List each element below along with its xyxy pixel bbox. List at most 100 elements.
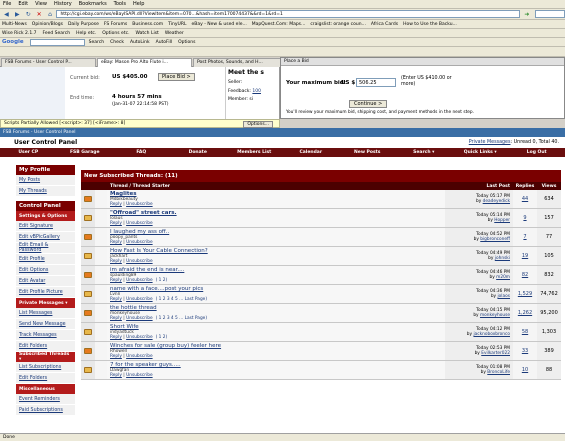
forum-nav-donate[interactable]: Donate [170, 150, 227, 155]
forum-nav-log-out[interactable]: Log Out [509, 150, 565, 155]
unsubscribe-link[interactable]: Unsubscribe [126, 259, 153, 264]
menu-tools[interactable]: Tools [114, 1, 126, 7]
replies-count[interactable]: 44 [513, 190, 537, 208]
table-row[interactable]: Short Wife indyadtuck Reply | Unsubscribe(… [81, 323, 561, 342]
replies-count[interactable]: 58 [513, 323, 537, 341]
sidebar-item-list-messages[interactable]: List Messages [16, 308, 75, 319]
tab-fsb-forums[interactable]: FSB Forums - User Control P... [1, 57, 96, 67]
place-bid-button[interactable]: Place Bid > [158, 73, 195, 81]
unsubscribe-link[interactable]: Unsubscribe [126, 354, 153, 359]
sidebar-item-event-reminders[interactable]: Event Reminders [16, 394, 75, 405]
toolbar-button[interactable]: Options etc. [102, 31, 129, 36]
reply-link[interactable]: Reply [110, 373, 122, 378]
replies-count[interactable]: 1,262 [513, 304, 537, 322]
sidebar-item-track-messages[interactable]: Track Messages [16, 330, 75, 341]
unsubscribe-link[interactable]: Unsubscribe [126, 240, 153, 245]
unsubscribe-link[interactable]: Unsubscribe [126, 335, 153, 340]
sidebar-item-edit-profile[interactable]: Edit Profile [16, 254, 75, 265]
replies-count[interactable]: 1,529 [513, 285, 537, 303]
replies-count[interactable]: 9 [513, 209, 537, 227]
replies-count[interactable]: 82 [513, 266, 537, 284]
forum-nav-members-list[interactable]: Members List [226, 150, 283, 155]
go-icon[interactable]: ➜ [522, 10, 531, 18]
last-post-user-link[interactable]: Hopper [494, 218, 510, 223]
sidebar-item-my-threads[interactable]: My Threads [16, 186, 75, 197]
last-post-user-link[interactable]: m20m [496, 275, 510, 280]
sidebar-item-edit-profile-picture[interactable]: Edit Profile Picture [16, 287, 75, 298]
bookmark-item[interactable]: Daily Purpose [68, 22, 99, 27]
last-post-user-link[interactable]: johnski [495, 256, 510, 261]
google-search-button[interactable]: Search [89, 40, 104, 45]
reply-link[interactable]: Reply [110, 259, 122, 264]
forward-icon[interactable]: ▶ [13, 10, 22, 18]
last-post-user-link[interactable]: jacknoboxbronco [473, 332, 510, 337]
table-row[interactable]: Maglites Mdbikbeauty Reply | Unsubscribe To… [81, 190, 561, 209]
toolbar-button[interactable]: Wise Rick 2.1.7 [2, 31, 36, 36]
last-post-user-link[interactable]: monkeyhouse [480, 313, 510, 318]
bookmark-item[interactable]: craigslist: orange coun... [310, 22, 366, 27]
reply-link[interactable]: Reply [110, 335, 122, 340]
google-search-input[interactable] [29, 38, 85, 46]
menu-file[interactable]: File [3, 1, 11, 7]
toolbar-button[interactable]: Help etc. [76, 31, 96, 36]
last-post-user-link[interactable]: BroncoLife [487, 370, 510, 375]
tab-post-photos[interactable]: Post Photos, Sounds, and H... [193, 57, 281, 67]
sidebar-item-my-posts[interactable]: My Posts [16, 175, 75, 186]
reload-icon[interactable]: ↻ [24, 10, 33, 18]
sidebar-item-edit-folders[interactable]: Edit Folders [16, 341, 75, 352]
reply-link[interactable]: Reply [110, 316, 122, 321]
max-bid-input[interactable]: 506.25 [356, 78, 396, 87]
bookmark-item[interactable]: How to Use the Backu... [403, 22, 457, 27]
table-row[interactable]: Winches for sale (group buy) feeler here… [81, 342, 561, 361]
toolbar-button[interactable]: Feed Search [42, 31, 70, 36]
menu-history[interactable]: History [54, 1, 72, 7]
thread-pages[interactable]: ( 1 2 3 4 5 ... Last Page) [156, 316, 207, 321]
google-autolink-button[interactable]: AutoLink [130, 40, 150, 45]
menu-bookmarks[interactable]: Bookmarks [79, 1, 107, 7]
table-row[interactable]: 7 for the speaker guys..... Dawgfan Reply … [81, 361, 561, 380]
replies-count[interactable]: 7 [513, 228, 537, 246]
replies-count[interactable]: 33 [513, 342, 537, 360]
sidebar-item-send-new-message[interactable]: Send New Message [16, 319, 75, 330]
reply-link[interactable]: Reply [110, 297, 122, 302]
table-row[interactable]: How Fast Is Your Cable Connection? jackha… [81, 247, 561, 266]
reply-link[interactable]: Reply [110, 354, 122, 359]
last-post-user-link[interactable]: deadeyedick [483, 199, 510, 204]
last-post-user-link[interactable]: Evilkarter022 [481, 351, 510, 356]
table-row[interactable]: im afraid the end is near.... spaulding89… [81, 266, 561, 285]
reply-link[interactable]: Reply [110, 278, 122, 283]
noscript-options-button[interactable]: Options... [243, 121, 273, 128]
unsubscribe-link[interactable]: Unsubscribe [126, 278, 153, 283]
sidebar-item-edit-avatar[interactable]: Edit Avatar [16, 276, 75, 287]
sidebar-item-edit-signature[interactable]: Edit Signature [16, 221, 75, 232]
bookmark-item[interactable]: TinyURL [168, 22, 186, 27]
thread-pages[interactable]: ( 1 2) [156, 335, 168, 340]
table-row[interactable]: name with a face....post your pics Lvnn Re… [81, 285, 561, 304]
stop-icon[interactable]: ✕ [35, 10, 44, 18]
bookmark-item[interactable]: Multi-News [2, 22, 27, 27]
search-box[interactable] [535, 10, 565, 18]
bookmark-item[interactable]: MapQuest.Com: Maps... [252, 22, 306, 27]
reply-link[interactable]: Reply [110, 221, 122, 226]
thread-pages[interactable]: ( 1 2 3 4 5 ... Last Page) [156, 297, 207, 302]
tab-ebay[interactable]: eBay: Mason Pro Alto Flute i... [97, 57, 192, 67]
sidebar-item-edit-folders[interactable]: Edit Folders [16, 373, 75, 384]
sidebar-item-edit-vbpicgallery[interactable]: Edit vBPicGallery [16, 232, 75, 243]
google-check-button[interactable]: Check [110, 40, 124, 45]
home-icon[interactable]: ⌂ [46, 10, 55, 18]
last-post-user-link[interactable]: bigbronconeff [480, 237, 510, 242]
address-bar[interactable]: http://cgi.ebay.com/ws/eBayISAPI.dll?Vie… [56, 10, 521, 18]
toolbar-button[interactable]: Watch List [136, 31, 159, 36]
pm-link[interactable]: Private Messages [469, 140, 511, 145]
continue-button[interactable]: Continue > [349, 100, 388, 108]
forum-nav-calendar[interactable]: Calendar [283, 150, 340, 155]
google-options-button[interactable]: Options [178, 40, 195, 45]
bookmark-item[interactable]: FS Forums [104, 22, 127, 27]
replies-count[interactable]: 10 [513, 361, 537, 379]
menu-help[interactable]: Help [133, 1, 144, 7]
thread-pages[interactable]: ( 1 2) [156, 278, 168, 283]
bookmark-item[interactable]: Opinion/Blogs [32, 22, 63, 27]
sidebar-item-paid-subscriptions[interactable]: Paid Subscriptions [16, 405, 75, 416]
forum-nav-fsb-garage[interactable]: FSB Garage [57, 150, 114, 155]
bookmark-item[interactable]: Business.com [132, 22, 163, 27]
